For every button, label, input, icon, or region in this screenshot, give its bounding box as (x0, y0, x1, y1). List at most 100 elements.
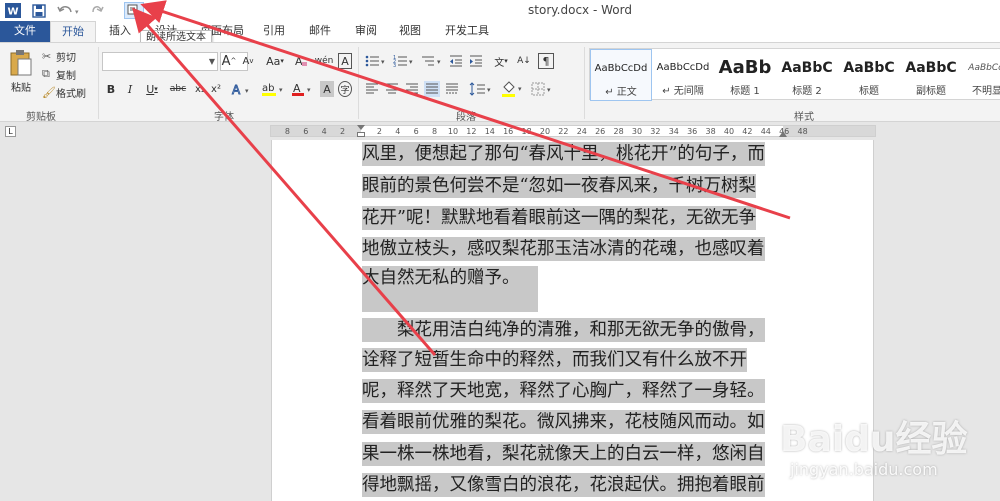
chinese-layout-button[interactable]: 文 ▾ (490, 53, 512, 69)
svg-text:A: A (295, 55, 303, 68)
align-center-button[interactable] (384, 81, 400, 97)
subscript-icon: x₂ (195, 83, 205, 95)
read-aloud-icon[interactable] (124, 2, 144, 19)
svg-text:▾: ▾ (75, 8, 79, 16)
show-marks-button[interactable]: ¶ (538, 53, 554, 69)
format-painter-button[interactable]: 🖌 格式刷 (42, 85, 86, 100)
undo-icon[interactable]: ▾ (56, 2, 80, 19)
style-subtitle[interactable]: AaBbC 副标题 (900, 49, 962, 101)
style-sample: AaBbC (781, 60, 833, 76)
right-indent-marker[interactable] (779, 131, 787, 137)
distributed-button[interactable] (444, 81, 460, 97)
phonetic-guide-button[interactable]: wén (315, 53, 334, 69)
ruler-number: 40 (723, 127, 735, 136)
ruler-number: 42 (742, 127, 753, 136)
style-sample: AaBbCcDd (656, 62, 710, 73)
char-shading-button[interactable]: A (320, 81, 334, 97)
tab-review[interactable]: 审阅 (348, 21, 384, 42)
align-right-button[interactable] (404, 81, 420, 97)
align-right-icon (406, 83, 418, 94)
style-normal[interactable]: AaBbCcDd ↵ 正文 (590, 49, 652, 101)
font-name-combo[interactable]: ▼ (102, 52, 218, 71)
paste-button[interactable]: 粘贴 (6, 49, 36, 101)
first-line-indent-marker[interactable] (357, 125, 365, 130)
italic-button[interactable]: I (123, 81, 137, 97)
watermark-logo: Baidu经验 (780, 419, 968, 460)
shrink-font-button[interactable]: Av (241, 53, 255, 69)
cut-button[interactable]: ✂ 剪切 (42, 49, 76, 64)
numbering-button[interactable]: 1 2 3 ▾ (392, 53, 416, 69)
style-title[interactable]: AaBbC 标题 (838, 49, 900, 101)
text-line: 呢，释然了天地宽，释然了心胸广，释然了一身轻。 (362, 379, 765, 403)
copy-button[interactable]: ⧉ 复制 (42, 67, 76, 82)
decrease-indent-button[interactable] (448, 53, 464, 69)
text-line: 得地飘摇，又像雪白的浪花，花浪起伏。拥抱着眼前 (362, 473, 765, 497)
increase-indent-button[interactable] (468, 53, 484, 69)
subscript-button[interactable]: x₂ (192, 81, 208, 97)
tab-mailings[interactable]: 邮件 (302, 21, 338, 42)
word-logo-icon[interactable]: W (4, 2, 22, 19)
ruler-number: 16 (503, 127, 514, 136)
style-sample: AaBb (718, 57, 772, 78)
char-border-button[interactable]: A (338, 53, 352, 69)
enclose-char-button[interactable]: 字 (338, 81, 352, 97)
style-heading-1[interactable]: AaBb 标题 1 (714, 49, 776, 101)
clear-format-button[interactable]: A (292, 53, 310, 69)
text-effects-button[interactable]: A ▾ (230, 81, 254, 97)
justify-button[interactable] (424, 81, 440, 97)
clipboard-group-label: 剪贴板 (26, 112, 56, 123)
brush-icon: 🖌 (42, 85, 56, 99)
svg-text:A: A (232, 83, 241, 96)
svg-text:▾: ▾ (409, 58, 413, 66)
superscript-button[interactable]: x² (208, 81, 224, 97)
align-left-icon (366, 83, 378, 94)
style-heading-2[interactable]: AaBbC 标题 2 (776, 49, 838, 101)
group-divider (98, 47, 99, 119)
underline-button[interactable]: U ▾ (141, 81, 163, 97)
change-case-button[interactable]: Aa ▾ (264, 53, 286, 69)
paste-label: 粘贴 (11, 83, 31, 94)
scissors-icon: ✂ (42, 49, 52, 63)
ruler-number: 18 (521, 127, 532, 136)
borders-button[interactable]: ▾ (530, 81, 556, 97)
save-icon[interactable] (30, 2, 48, 19)
left-indent-marker[interactable] (357, 132, 365, 137)
highlight-button[interactable]: ab ▾ (260, 81, 288, 97)
tab-developer[interactable]: 开发工具 (438, 21, 496, 42)
style-subtle-emphasis[interactable]: AaBbCcDd 不明显强 (962, 49, 1000, 101)
numbering-icon: 123 ▾ (393, 55, 413, 68)
ruler-number: 22 (558, 127, 569, 136)
font-group-label: 字体 (214, 112, 234, 123)
ruler-number: 20 (539, 127, 551, 136)
tab-references[interactable]: 引用 (256, 21, 292, 42)
tab-insert[interactable]: 插入 (100, 21, 140, 42)
style-no-spacing[interactable]: AaBbCcDd ↵ 无间隔 (652, 49, 714, 101)
svg-text:▾: ▾ (279, 86, 283, 94)
style-name: 标题 1 (730, 86, 760, 97)
tab-file[interactable]: 文件 (0, 21, 50, 42)
svg-text:▾: ▾ (518, 85, 522, 93)
horizontal-ruler[interactable]: 8 6 4 2 2 4 6 8 10 12 14 16 18 20 22 24 26 28 30 32 34 36 38 40… (270, 125, 876, 137)
shrink-font-icon: A (242, 55, 250, 67)
strikethrough-icon: abc (169, 84, 187, 94)
sort-button[interactable]: A↓ (516, 53, 532, 69)
tab-home[interactable]: 开始 (50, 21, 96, 42)
line-spacing-button[interactable]: ▾ (468, 81, 494, 97)
group-divider (358, 47, 359, 119)
svg-text:▾: ▾ (487, 86, 491, 94)
align-left-button[interactable] (364, 81, 380, 97)
ruler-number: 12 (466, 127, 477, 136)
font-color-button[interactable]: A ▾ (290, 81, 316, 97)
ruler-number: 26 (595, 127, 606, 136)
bullets-button[interactable]: ▾ (364, 53, 388, 69)
bold-button[interactable]: B (104, 81, 118, 97)
tab-view[interactable]: 视图 (392, 21, 428, 42)
style-name: 标题 (859, 86, 879, 97)
multilevel-list-button[interactable]: ▾ (420, 53, 444, 69)
grow-font-button[interactable]: A ^ (222, 53, 237, 69)
strikethrough-button[interactable]: abc (168, 81, 188, 97)
redo-icon[interactable] (88, 2, 106, 19)
tab-selector-icon[interactable]: L (5, 126, 16, 137)
ruler-number: 30 (631, 127, 643, 136)
shading-button[interactable]: ▾ (500, 81, 526, 97)
